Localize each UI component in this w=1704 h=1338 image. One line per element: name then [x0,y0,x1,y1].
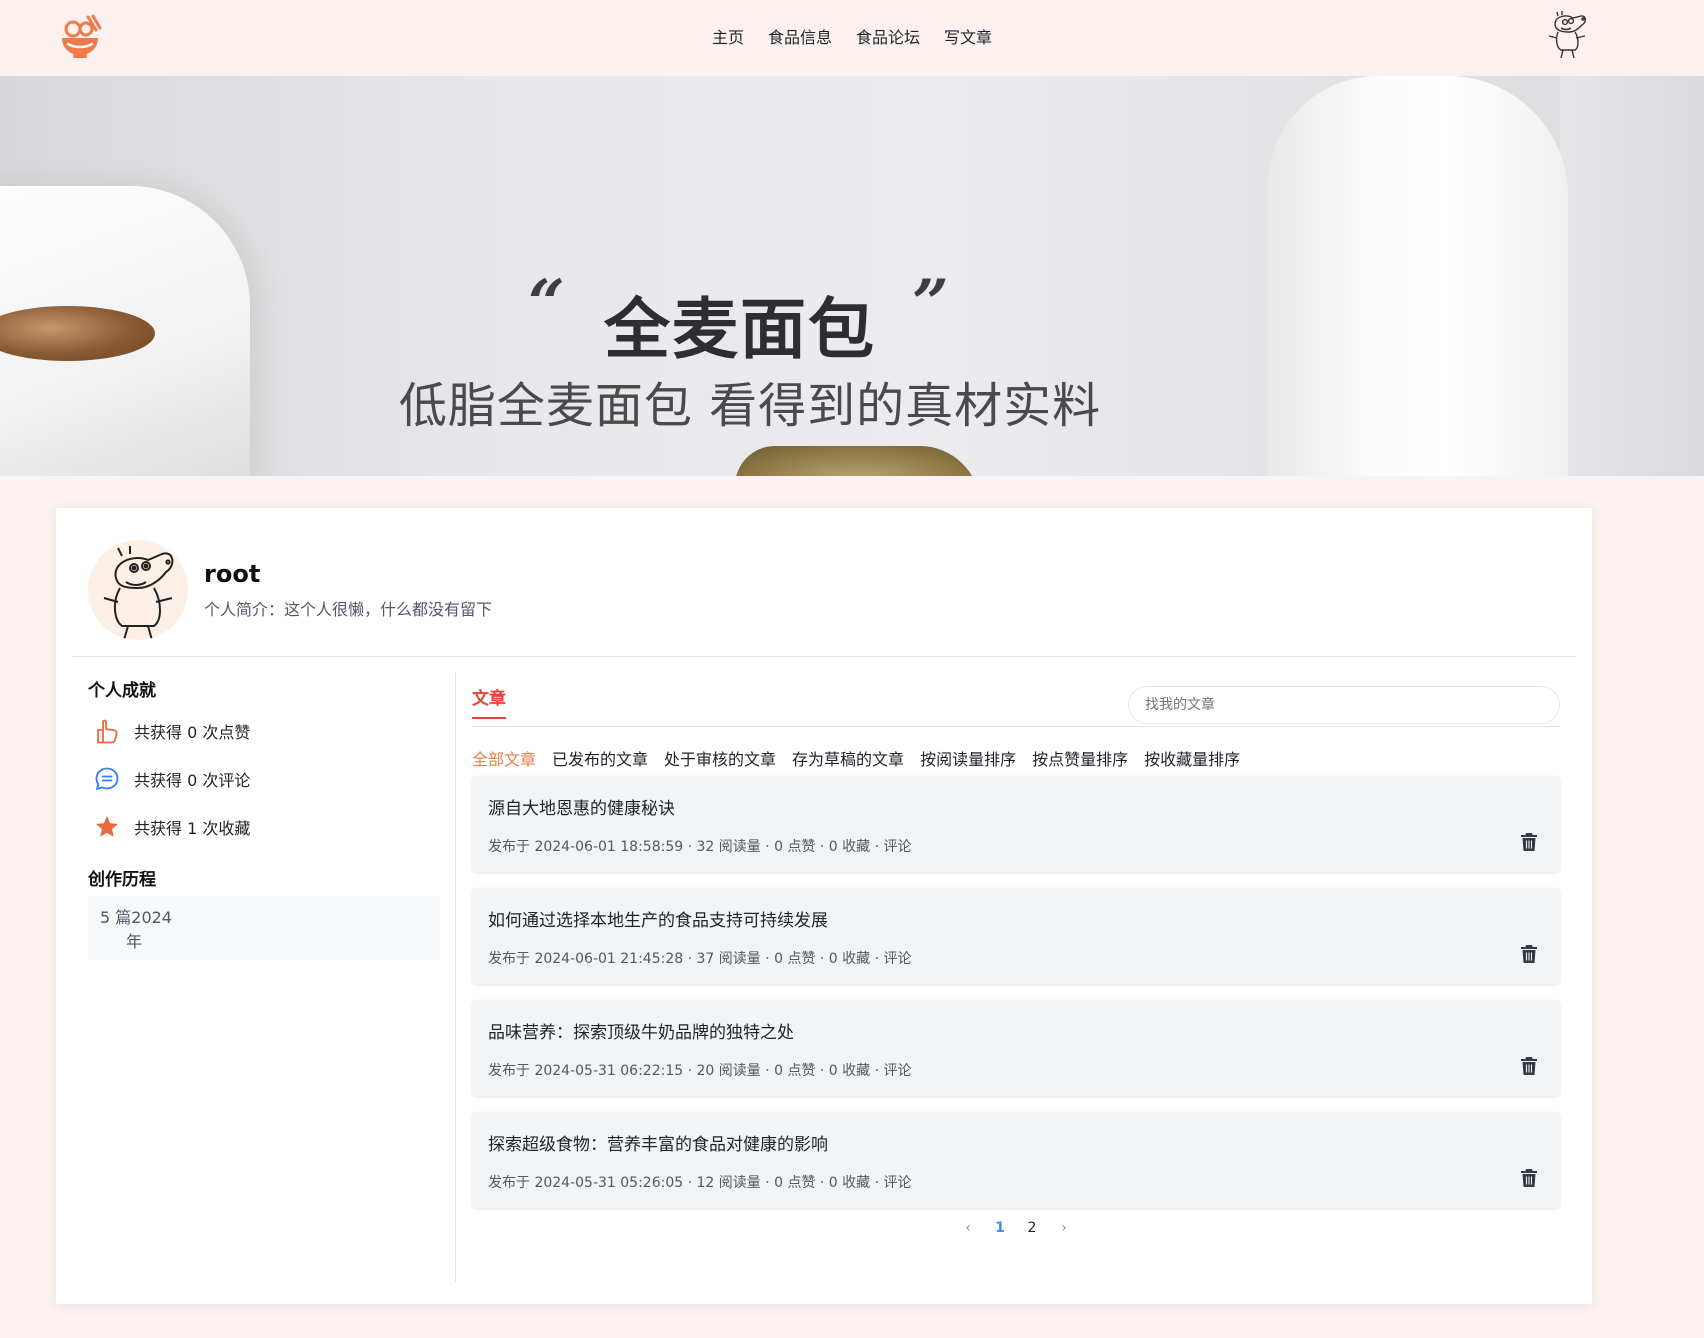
prev-page-button[interactable]: ‹ [961,1220,975,1236]
article-meta: 发布于 2024-06-01 18:58:59 · 32 阅读量 · 0 点赞 … [488,839,912,855]
list-item[interactable]: 源自大地恩惠的健康秘诀 发布于 2024-06-01 18:58:59 · 32… [472,776,1560,872]
article-list: 源自大地恩惠的健康秘诀 发布于 2024-06-01 18:58:59 · 32… [472,776,1560,1224]
sort-by-favorites[interactable]: 按收藏量排序 [1144,746,1240,770]
article-meta: 发布于 2024-05-31 05:26:05 · 12 阅读量 · 0 点赞 … [488,1175,912,1191]
profile-divider [72,656,1576,657]
achievement-likes: 共获得 0 次点赞 [94,707,440,755]
next-page-button[interactable]: › [1057,1220,1071,1236]
pagination: ‹ 1 2 › [472,1220,1560,1236]
nav-food-info[interactable]: 食品信息 [768,24,832,48]
filter-under-review[interactable]: 处于审核的文章 [664,746,776,770]
list-item[interactable]: 探索超级食物：营养丰富的食品对健康的影响 发布于 2024-05-31 05:2… [472,1112,1560,1208]
hero-banner[interactable]: “ 全麦面包 ” 低脂全麦面包 看得到的真材实料 [0,76,1704,476]
trash-icon[interactable] [1520,944,1538,964]
article-title[interactable]: 探索超级食物：营养丰富的食品对健康的影响 [488,1130,828,1155]
nav-write-article[interactable]: 写文章 [944,24,992,48]
nav-home[interactable]: 主页 [712,24,744,48]
banner-quote-close: ” [912,266,949,341]
article-title[interactable]: 如何通过选择本地生产的食品支持可持续发展 [488,906,828,931]
column-divider [455,672,456,1282]
top-navbar: 主页 食品信息 食品论坛 写文章 [0,0,1704,76]
article-title[interactable]: 品味营养：探索顶级牛奶品牌的独特之处 [488,1018,794,1043]
star-icon [96,816,118,837]
achievements-title: 个人成就 [88,681,156,701]
background-jar-image [1560,76,1704,476]
timeline-count: 5 篇2024 [100,908,172,927]
bread-slice-image [735,446,980,476]
profile-username: root [204,560,261,588]
article-meta: 发布于 2024-06-01 21:45:28 · 37 阅读量 · 0 点赞 … [488,951,912,967]
tab-underline [472,726,1560,727]
achievement-favorites-text: 共获得 1 次收藏 [134,819,251,838]
list-item[interactable]: 如何通过选择本地生产的食品支持可持续发展 发布于 2024-06-01 21:4… [472,888,1560,984]
sort-by-views[interactable]: 按阅读量排序 [920,746,1016,770]
comment-icon [95,767,119,791]
peppa-pig-avatar-icon[interactable] [1545,10,1591,60]
page-2-button[interactable]: 2 [1025,1220,1039,1236]
user-profile-card: root 个人简介：这个人很懒，什么都没有留下 个人成就 共获得 0 次点赞 共… [56,508,1592,1304]
achievement-comments-text: 共获得 0 次评论 [134,771,251,790]
main-nav: 主页 食品信息 食品论坛 写文章 [0,24,1704,48]
timeline-title: 创作历程 [88,870,156,890]
filter-published[interactable]: 已发布的文章 [552,746,648,770]
nav-food-forum[interactable]: 食品论坛 [856,24,920,48]
avatar[interactable] [88,540,188,640]
tab-articles[interactable]: 文章 [472,684,506,719]
profile-bio: 个人简介：这个人很懒，什么都没有留下 [204,600,493,619]
timeline-year: 年 [126,932,143,951]
achievement-comments: 共获得 0 次评论 [94,755,440,803]
white-vase-image [1268,76,1568,476]
trash-icon[interactable] [1520,1168,1538,1188]
trash-icon[interactable] [1520,832,1538,852]
banner-title: 全麦面包 [604,291,876,368]
filter-drafts[interactable]: 存为草稿的文章 [792,746,904,770]
filter-all[interactable]: 全部文章 [472,746,536,770]
peppa-pig-avatar-icon [103,546,174,640]
search-input[interactable] [1128,686,1560,724]
creation-timeline: 5 篇2024 年 [88,896,440,960]
achievement-favorites: 共获得 1 次收藏 [94,803,440,851]
sort-by-likes[interactable]: 按点赞量排序 [1032,746,1128,770]
page-1-button[interactable]: 1 [993,1220,1007,1236]
achievements-panel: 个人成就 共获得 0 次点赞 共获得 0 次评论 共获得 1 次收藏 创作历程 [88,676,440,890]
banner-quote-open: “ [528,266,565,341]
thumb-up-icon [97,719,118,744]
trash-icon[interactable] [1520,1056,1538,1076]
banner-subtitle: 低脂全麦面包 看得到的真材实料 [398,378,1102,434]
article-title[interactable]: 源自大地恩惠的健康秘诀 [488,794,675,819]
list-item[interactable]: 品味营养：探索顶级牛奶品牌的独特之处 发布于 2024-05-31 06:22:… [472,1000,1560,1096]
article-meta: 发布于 2024-05-31 06:22:15 · 20 阅读量 · 0 点赞 … [488,1063,912,1079]
article-filters: 全部文章 已发布的文章 处于审核的文章 存为草稿的文章 按阅读量排序 按点赞量排… [472,746,1240,770]
achievement-likes-text: 共获得 0 次点赞 [134,723,251,742]
